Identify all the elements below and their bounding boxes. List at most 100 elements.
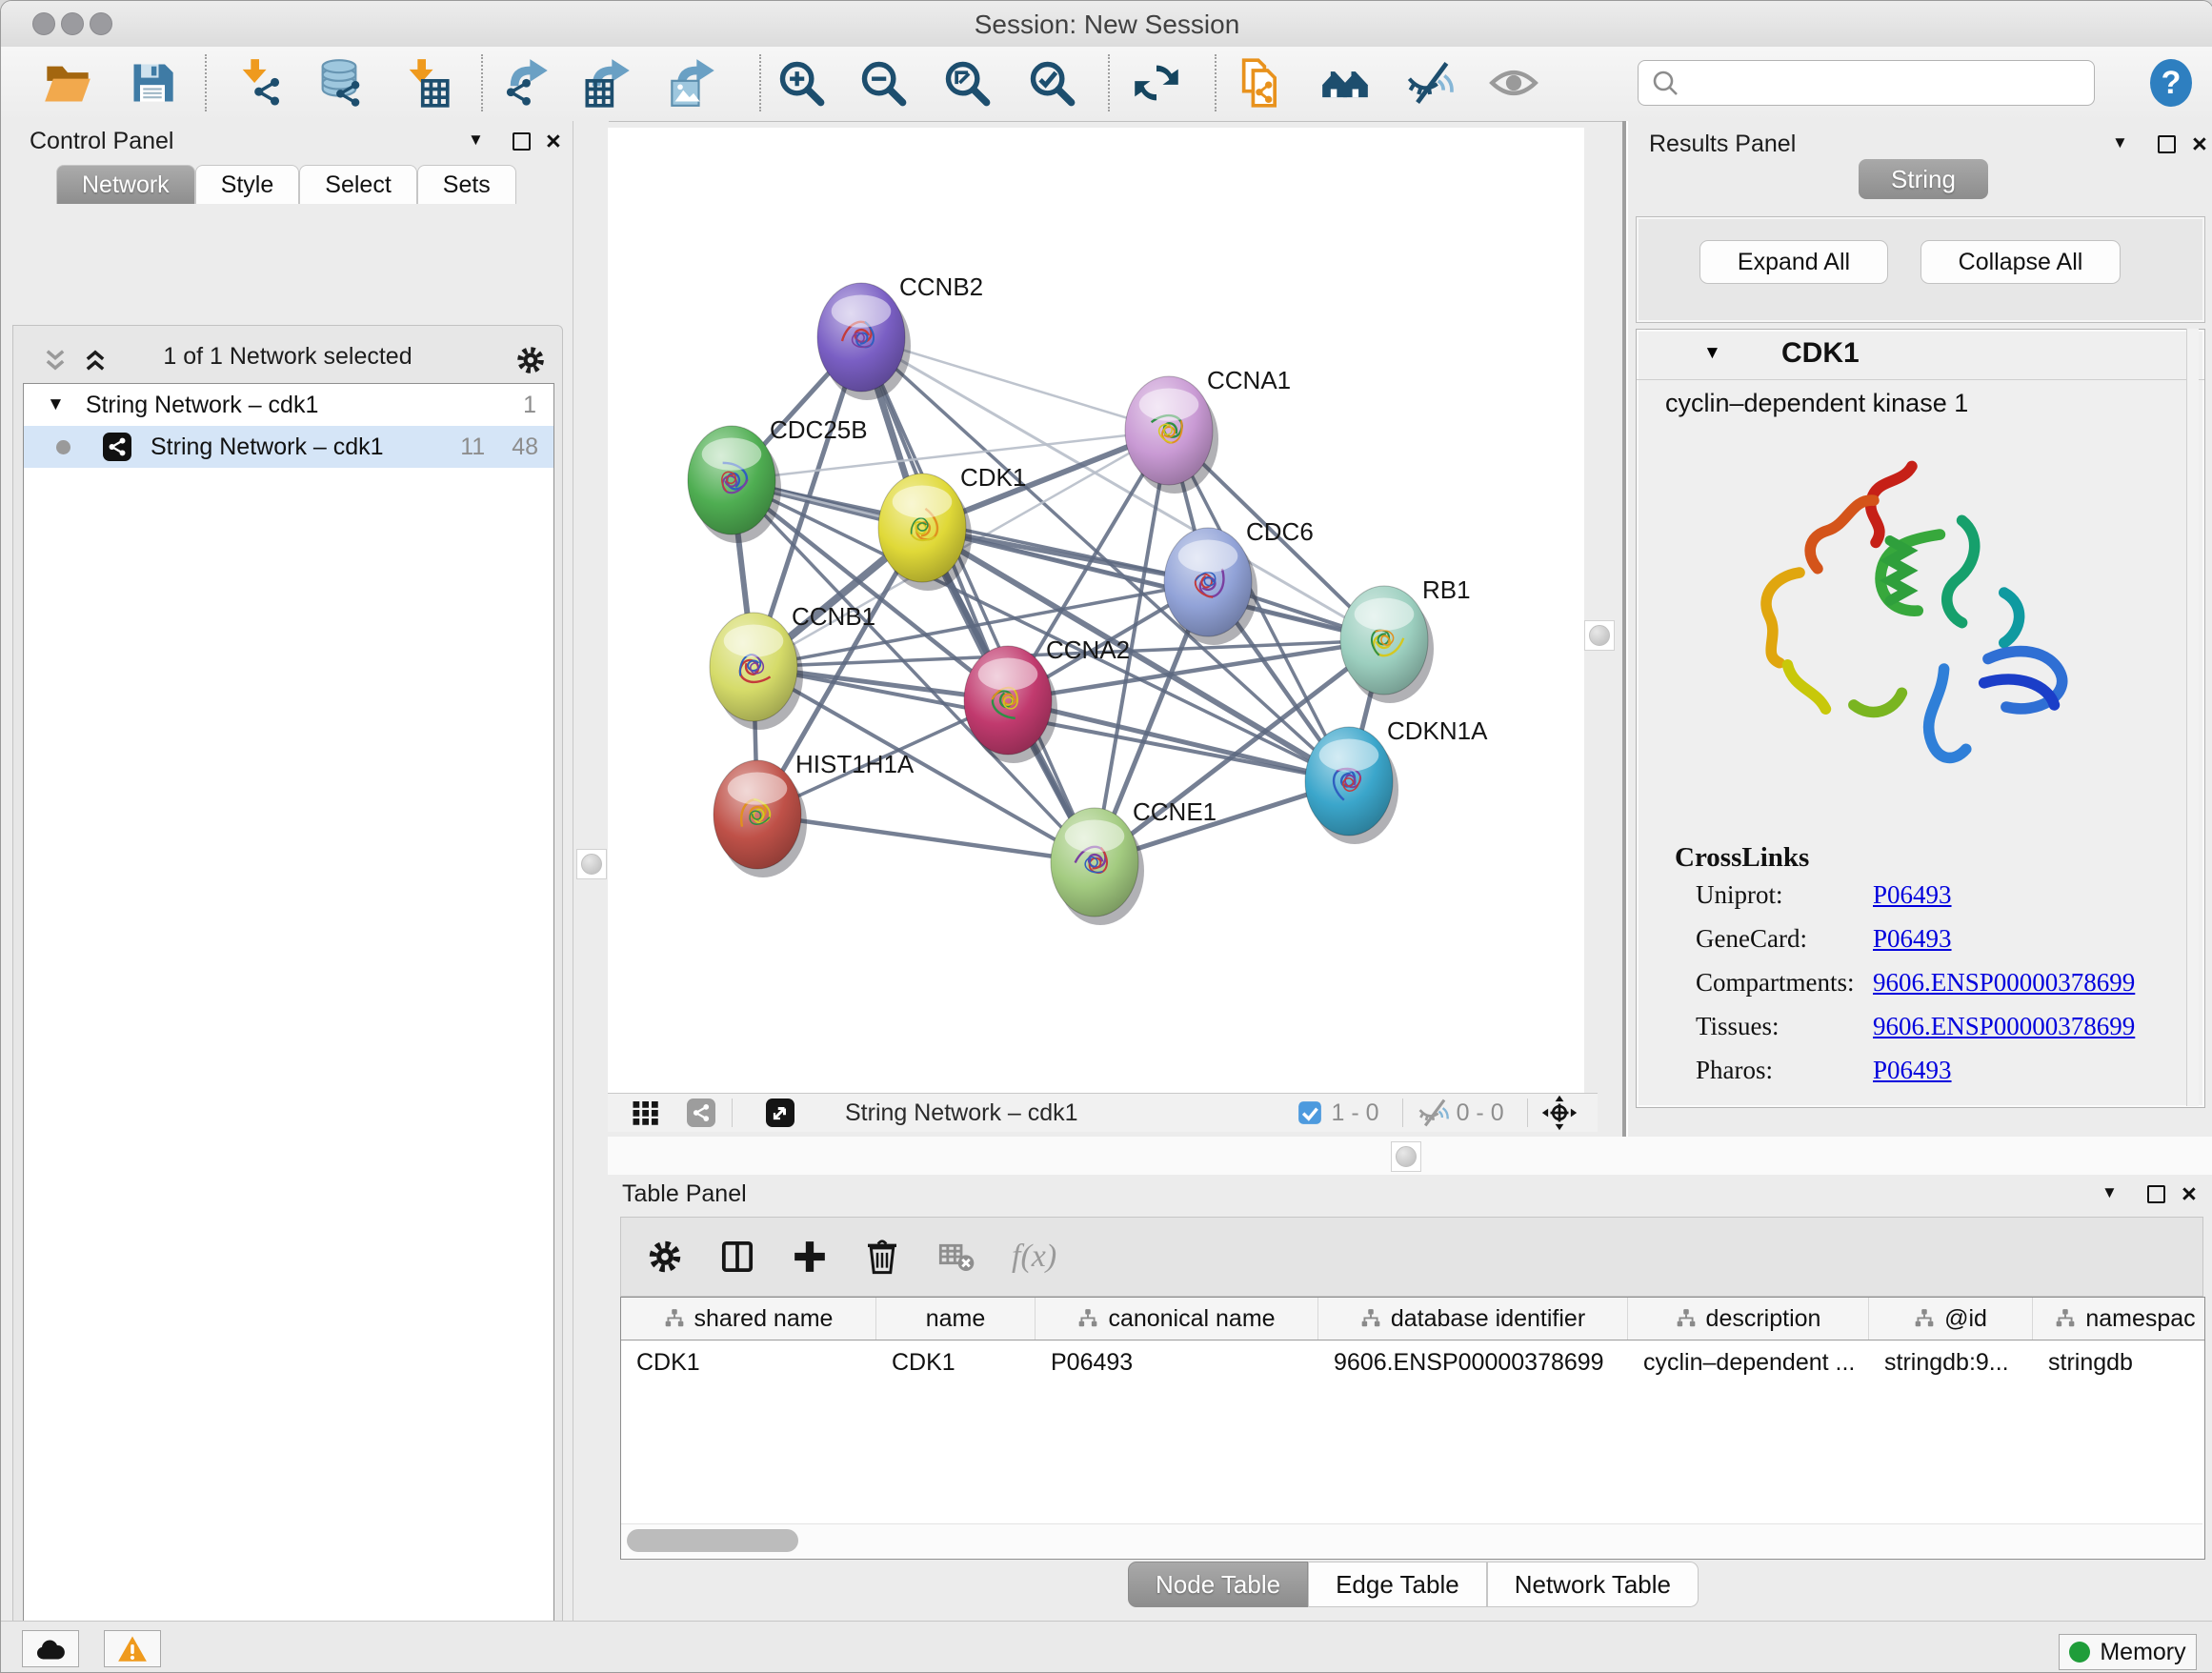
table-cell[interactable]: stringdb:9...: [1869, 1349, 2033, 1377]
column-header-namespac[interactable]: namespac: [2033, 1298, 2205, 1340]
delete-column-icon[interactable]: [863, 1238, 901, 1276]
node-label-CDKN1A: CDKN1A: [1387, 716, 1488, 745]
zoom-selected-icon[interactable]: [1027, 58, 1076, 108]
show-columns-icon[interactable]: [718, 1238, 756, 1276]
tab-string[interactable]: String: [1859, 159, 1988, 199]
cloud-status-button[interactable]: [22, 1630, 79, 1667]
export-image-icon[interactable]: [668, 58, 717, 108]
export-table-icon[interactable]: [583, 58, 633, 108]
column-header-name[interactable]: name: [876, 1298, 1036, 1340]
network-node-CDK1[interactable]: [878, 474, 972, 591]
save-session-icon[interactable]: [128, 58, 177, 108]
warnings-button[interactable]: [104, 1630, 161, 1667]
float-panel-icon[interactable]: [513, 132, 531, 151]
attribute-tree-icon: [664, 1308, 685, 1329]
pan-crosshair-icon[interactable]: [1541, 1095, 1578, 1131]
collapse-all-button[interactable]: Collapse All: [1920, 240, 2121, 284]
gene-section-header[interactable]: ▼ CDK1: [1637, 330, 2204, 380]
create-column-icon[interactable]: [791, 1238, 829, 1276]
help-button[interactable]: ?: [2148, 58, 2194, 108]
memory-status-dot-icon: [2069, 1642, 2090, 1663]
tab-node-table[interactable]: Node Table: [1128, 1562, 1308, 1607]
refresh-view-icon[interactable]: [1132, 58, 1181, 108]
network-node-CCNB2[interactable]: [817, 283, 911, 400]
duplicate-network-icon[interactable]: [1236, 58, 1285, 108]
hide-selected-icon[interactable]: [1404, 58, 1454, 108]
memory-button[interactable]: Memory: [2059, 1634, 2197, 1670]
table-cell[interactable]: 9606.ENSP00000378699: [1318, 1349, 1628, 1377]
network-row-selected[interactable]: String Network – cdk1 11 48: [24, 426, 553, 468]
search-input[interactable]: [1688, 65, 2082, 99]
network-share-icon[interactable]: [684, 1096, 718, 1130]
table-cell[interactable]: cyclin–dependent ...: [1628, 1349, 1869, 1377]
network-node-HIST1H1A[interactable]: [714, 760, 807, 877]
close-panel-icon[interactable]: ×: [546, 131, 561, 151]
network-node-CCNA2[interactable]: [964, 646, 1057, 763]
export-network-icon[interactable]: [501, 58, 551, 108]
collapse-panel-icon[interactable]: ▼: [468, 131, 484, 150]
import-network-icon[interactable]: [234, 58, 284, 108]
import-network-database-icon[interactable]: [314, 58, 364, 108]
close-panel-icon[interactable]: ×: [2182, 1184, 2197, 1203]
birds-eye-grid-icon[interactable]: [629, 1096, 663, 1130]
crosslink-pharos-link[interactable]: P06493: [1873, 1056, 1952, 1085]
string-home-icon[interactable]: [1320, 58, 1370, 108]
table-cell[interactable]: CDK1: [876, 1349, 1036, 1377]
import-table-icon[interactable]: [401, 58, 451, 108]
right-splitter-handle[interactable]: [1584, 620, 1615, 651]
tab-sets[interactable]: Sets: [417, 165, 516, 204]
float-panel-icon[interactable]: [2147, 1185, 2165, 1203]
table-row[interactable]: CDK1CDK1P064939606.ENSP00000378699cyclin…: [621, 1340, 2204, 1384]
column-header-shared-name[interactable]: shared name: [621, 1298, 876, 1340]
expand-collapse-box: Expand All Collapse All: [1636, 216, 2205, 323]
gene-description: cyclin–dependent kinase 1: [1665, 389, 1968, 418]
network-node-CCNA1[interactable]: [1125, 376, 1218, 494]
network-edge-HIST1H1A-CCNE1[interactable]: [757, 815, 1095, 862]
tab-edge-table[interactable]: Edge Table: [1308, 1562, 1487, 1607]
close-panel-icon[interactable]: ×: [2192, 134, 2207, 153]
network-node-CCNE1[interactable]: [1051, 808, 1144, 925]
zoom-in-icon[interactable]: [776, 58, 826, 108]
open-session-icon[interactable]: [43, 58, 92, 108]
network-collection-row[interactable]: ▼ String Network – cdk1 1: [24, 384, 553, 426]
collapse-panel-icon[interactable]: ▼: [2101, 1183, 2118, 1202]
network-node-RB1[interactable]: [1340, 586, 1434, 703]
crosslink-uniprot-link[interactable]: P06493: [1873, 880, 1952, 910]
selected-checkbox-icon[interactable]: [1296, 1099, 1324, 1127]
horizontal-splitter-handle[interactable]: [1391, 1141, 1421, 1172]
horizontal-splitter[interactable]: [608, 1137, 2212, 1175]
network-node-CCNB1[interactable]: [710, 613, 803, 730]
collapse-panel-icon[interactable]: ▼: [2112, 133, 2128, 152]
table-options-gear-icon[interactable]: [646, 1238, 684, 1276]
column-header-canonical-name[interactable]: canonical name: [1036, 1298, 1318, 1340]
float-panel-icon[interactable]: [2158, 135, 2176, 153]
column-header-database-identifier[interactable]: database identifier: [1318, 1298, 1628, 1340]
zoom-out-icon[interactable]: [858, 58, 908, 108]
table-horizontal-scrollbar[interactable]: [621, 1523, 2202, 1558]
tab-network[interactable]: Network: [56, 165, 195, 204]
column-header-description[interactable]: description: [1628, 1298, 1869, 1340]
tab-select[interactable]: Select: [299, 165, 416, 204]
detach-view-icon[interactable]: [763, 1096, 797, 1130]
tab-network-table[interactable]: Network Table: [1487, 1562, 1699, 1607]
table-cell[interactable]: P06493: [1036, 1349, 1318, 1377]
crosslink-tissues-link[interactable]: 9606.ENSP00000378699: [1873, 1012, 2135, 1041]
network-options-gear-icon[interactable]: [514, 344, 547, 376]
results-scrollbar[interactable]: [2186, 329, 2199, 1106]
zoom-fit-icon[interactable]: [942, 58, 992, 108]
crosslink-genecard-link[interactable]: P06493: [1873, 924, 1952, 954]
table-scrollbar-thumb[interactable]: [627, 1529, 798, 1552]
crosslink-compartments-link[interactable]: 9606.ENSP00000378699: [1873, 968, 2135, 998]
left-splitter-handle[interactable]: [576, 849, 607, 879]
expand-all-button[interactable]: Expand All: [1699, 240, 1888, 284]
collection-disclosure-icon[interactable]: ▼: [47, 394, 65, 415]
gene-disclosure-icon[interactable]: ▼: [1703, 343, 1721, 364]
column-header--id[interactable]: @id: [1869, 1298, 2033, 1340]
quick-search-box[interactable]: [1638, 60, 2095, 106]
table-cell[interactable]: CDK1: [621, 1349, 876, 1377]
tab-style[interactable]: Style: [195, 165, 300, 204]
left-splitter[interactable]: [573, 121, 609, 1621]
network-node-CDKN1A[interactable]: [1305, 727, 1398, 844]
table-cell[interactable]: stringdb: [2033, 1349, 2205, 1377]
network-canvas[interactable]: CCNB2CCNA1CDC25BCDK1CDC6RB1CCNB1CCNA2CDK…: [608, 128, 1584, 1093]
